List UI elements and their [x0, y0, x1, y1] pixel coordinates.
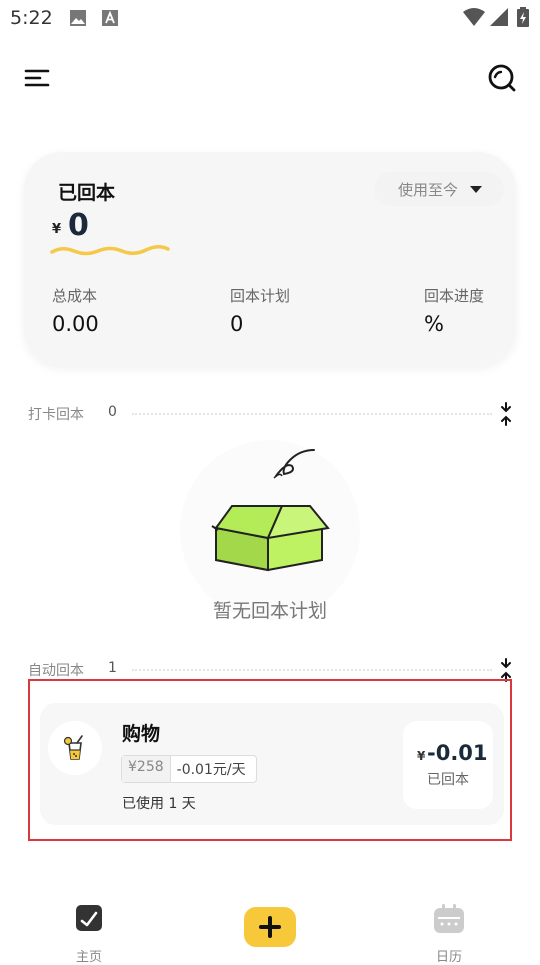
plan-cost-tag: ¥258: [122, 756, 170, 782]
collapse-icon: [501, 402, 511, 426]
bottom-nav: 主页 日历: [0, 894, 540, 965]
auto-section-count: 1: [108, 660, 117, 676]
plan-card[interactable]: 购物 ¥258 -0.01元/天 已使用 1 天 ¥ -0.01 已回本: [40, 703, 504, 825]
summary-card: 已回本 使用至今 ¥ 0 总成本 0.00 回本计划 0 回本进度 %: [24, 152, 516, 366]
nav-calendar[interactable]: 日历: [409, 904, 489, 965]
plan-tags: ¥258 -0.01元/天: [121, 755, 257, 783]
nav-home-label: 主页: [75, 950, 102, 965]
menu-button[interactable]: [22, 62, 54, 94]
nav-home[interactable]: 主页: [49, 904, 129, 965]
plan-name: 购物: [122, 723, 161, 745]
signal-icon: [490, 8, 508, 30]
chevron-down-icon: [470, 185, 483, 193]
summary-title: 已回本: [58, 182, 116, 204]
total-cost-label: 总成本: [52, 287, 98, 305]
nav-calendar-label: 日历: [435, 950, 462, 965]
calendar-icon: [434, 904, 464, 933]
checkin-section-count: 0: [108, 404, 117, 420]
drink-cup-icon: [63, 735, 83, 760]
plan-daily-tag: -0.01元/天: [169, 756, 256, 782]
currency-symbol: ¥: [52, 222, 62, 237]
text-notification-icon: [102, 10, 118, 30]
empty-box-icon: [211, 449, 330, 572]
home-chart-icon: [76, 905, 102, 931]
app-bar: [0, 50, 540, 106]
squiggle-underline-icon: [50, 245, 170, 256]
plan-amount: -0.01: [427, 741, 488, 765]
add-plan-button[interactable]: [244, 907, 296, 947]
section-divider: [132, 413, 492, 415]
hamburger-menu-icon: [24, 69, 50, 87]
progress-value: %: [424, 312, 444, 336]
progress-label: 回本进度: [424, 287, 485, 305]
status-bar: 5:22: [0, 0, 540, 36]
section-divider: [132, 669, 492, 671]
collapse-checkin-button[interactable]: [498, 402, 514, 426]
plan-count-label: 回本计划: [230, 287, 291, 305]
search-icon: [488, 64, 516, 92]
plan-icon-container: [48, 721, 102, 775]
recovered-value: 0: [68, 208, 89, 243]
plan-used-days: 已使用 1 天: [122, 796, 196, 812]
empty-state-text: 暂无回本计划: [212, 600, 327, 622]
status-time: 5:22: [10, 7, 53, 29]
plus-icon: [259, 916, 281, 938]
search-button[interactable]: [484, 60, 520, 96]
range-select[interactable]: 使用至今: [374, 172, 505, 206]
battery-icon: [517, 7, 529, 31]
checkin-section-label: 打卡回本: [28, 407, 84, 423]
range-select-label: 使用至今: [398, 180, 459, 199]
plan-amount-label: 已回本: [427, 772, 469, 788]
image-notification-icon: [70, 10, 86, 30]
plan-value-box: ¥ -0.01 已回本: [403, 721, 493, 809]
plan-currency: ¥: [417, 749, 426, 763]
auto-section-label: 自动回本: [28, 663, 84, 679]
total-cost-value: 0.00: [52, 312, 99, 336]
wifi-icon: [463, 8, 485, 30]
checkin-section-header: 打卡回本 0: [28, 402, 518, 426]
plan-count-value: 0: [230, 312, 244, 336]
